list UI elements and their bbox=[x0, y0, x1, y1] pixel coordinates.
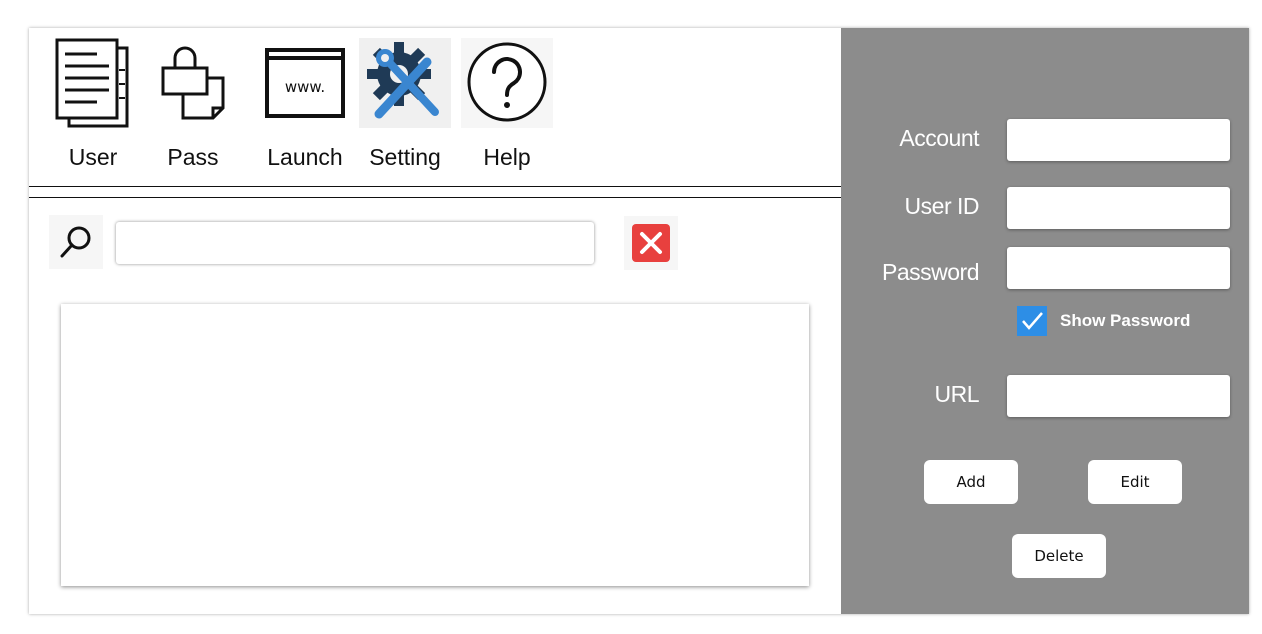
toolbar-divider-top bbox=[29, 186, 841, 187]
toolbar-launch-label: Launch bbox=[267, 144, 343, 170]
toolbar-divider-bottom bbox=[29, 197, 841, 198]
userid-label: User ID bbox=[904, 193, 980, 219]
url-label: URL bbox=[934, 381, 979, 407]
toolbar-pass-button[interactable]: Pass bbox=[147, 38, 239, 178]
toolbar-launch-button[interactable]: www. Launch bbox=[259, 38, 351, 178]
right-pane: Account User ID Password Show Password U… bbox=[841, 28, 1249, 614]
toolbar-pass-label: Pass bbox=[167, 144, 219, 170]
app-window: User Pass www. Launch Setting Help Accou… bbox=[29, 28, 1249, 614]
account-label: Account bbox=[899, 125, 979, 151]
document-icon bbox=[47, 38, 139, 128]
toolbar-setting-button[interactable]: Setting bbox=[359, 38, 451, 178]
edit-button[interactable]: Edit bbox=[1088, 460, 1182, 504]
show-password-label: Show Password bbox=[1060, 311, 1191, 330]
left-pane: User Pass www. Launch Setting Help bbox=[29, 28, 841, 614]
checkmark-icon bbox=[1022, 312, 1043, 330]
gear-wrench-icon bbox=[359, 38, 451, 128]
toolbar-user-label: User bbox=[68, 144, 118, 170]
add-button[interactable]: Add bbox=[924, 460, 1018, 504]
account-field[interactable] bbox=[1007, 119, 1230, 161]
question-mark-icon bbox=[461, 38, 553, 128]
url-field[interactable] bbox=[1007, 375, 1230, 417]
toolbar-help-label: Help bbox=[483, 144, 531, 170]
red-x-icon bbox=[632, 224, 670, 262]
results-list[interactable] bbox=[61, 304, 809, 586]
password-field[interactable] bbox=[1007, 247, 1230, 289]
show-password-checkbox[interactable] bbox=[1017, 306, 1047, 336]
search-input[interactable] bbox=[116, 222, 594, 264]
password-label: Password bbox=[882, 259, 979, 285]
toolbar-help-button[interactable]: Help bbox=[461, 38, 553, 178]
toolbar-user-button[interactable]: User bbox=[47, 38, 139, 178]
magnifier-icon[interactable] bbox=[49, 215, 103, 269]
clear-search-button[interactable] bbox=[624, 216, 678, 270]
svg-text:www.: www. bbox=[285, 78, 325, 96]
toolbar-setting-label: Setting bbox=[369, 144, 441, 170]
lock-icon bbox=[147, 38, 239, 128]
browser-window-icon: www. bbox=[259, 38, 351, 128]
delete-button[interactable]: Delete bbox=[1012, 534, 1106, 578]
userid-field[interactable] bbox=[1007, 187, 1230, 229]
